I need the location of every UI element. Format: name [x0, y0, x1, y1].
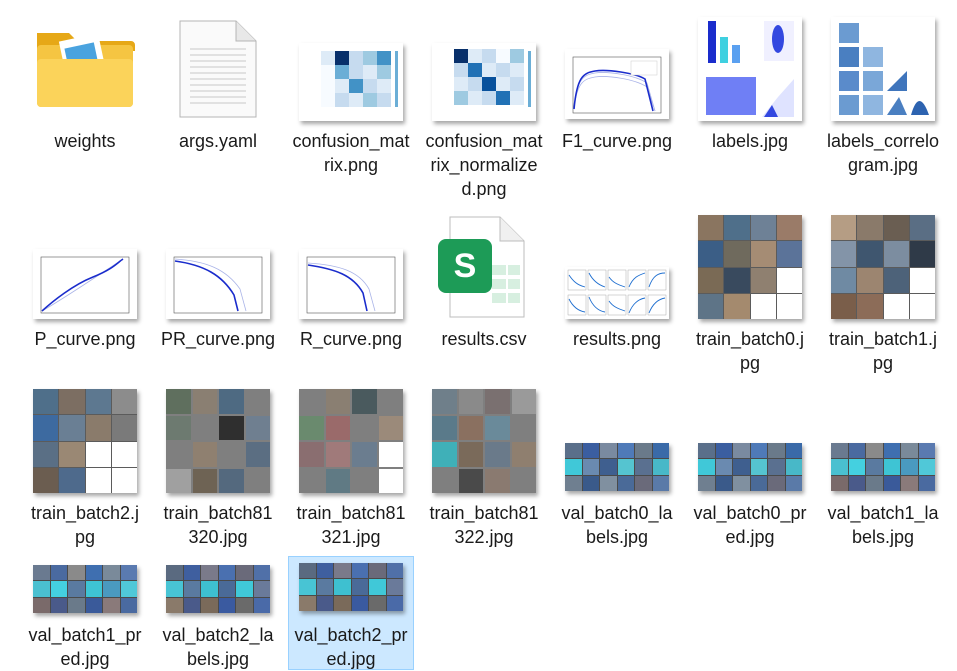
heatmap-thumbnail	[299, 43, 403, 121]
file-val-batch0-labels[interactable]: val_batch0_labels.jpg	[555, 380, 679, 552]
file-label: val_batch1_labels.jpg	[827, 503, 939, 547]
spreadsheet-icon: S	[436, 215, 532, 321]
file-label: confusion_matrix.png	[292, 131, 410, 175]
curve-thumbnail	[33, 249, 137, 319]
file-f1-curve[interactable]: F1_curve.png	[555, 8, 679, 188]
file-args-yaml[interactable]: args.yaml	[156, 8, 280, 188]
file-labels-correlogram[interactable]: labels_correlogram.jpg	[821, 8, 945, 188]
file-train-batch1[interactable]: train_batch1.jpg	[821, 206, 945, 376]
file-val-batch1-labels[interactable]: val_batch1_labels.jpg	[821, 380, 945, 552]
file-label: args.yaml	[178, 131, 258, 151]
file-val-batch2-pred[interactable]: val_batch2_pred.jpg	[288, 556, 414, 670]
curve-thumbnail	[565, 49, 669, 119]
strip-thumbnail	[166, 565, 270, 613]
strip-thumbnail	[33, 565, 137, 613]
labels-thumbnail	[698, 17, 802, 121]
file-label: train_batch81321.jpg	[296, 503, 406, 547]
file-p-curve[interactable]: P_curve.png	[23, 206, 147, 376]
file-results-png[interactable]: results.png	[555, 206, 679, 376]
file-train-batch81320[interactable]: train_batch81320.jpg	[156, 380, 280, 552]
strip-thumbnail	[299, 563, 403, 611]
strip-thumbnail	[831, 443, 935, 491]
file-label: confusion_matrix_normalized.png	[425, 131, 543, 199]
svg-text:S: S	[454, 247, 477, 285]
heatmap-thumbnail	[432, 43, 536, 121]
file-label: train_batch2.jpg	[30, 503, 140, 547]
curve-thumbnail	[166, 249, 270, 319]
file-label: F1_curve.png	[561, 131, 673, 151]
file-pr-curve[interactable]: PR_curve.png	[156, 206, 280, 376]
curve-thumbnail	[299, 249, 403, 319]
file-confusion-matrix-normalized[interactable]: confusion_matrix_normalized.png	[422, 8, 546, 199]
file-label: PR_curve.png	[160, 329, 276, 349]
folder-icon	[33, 23, 137, 109]
file-val-batch1-pred[interactable]: val_batch1_pred.jpg	[23, 556, 147, 669]
file-label: results.png	[572, 329, 662, 349]
file-label: weights	[54, 131, 116, 151]
mosaic-thumbnail	[166, 389, 270, 493]
file-train-batch0[interactable]: train_batch0.jpg	[688, 206, 812, 376]
file-labels[interactable]: labels.jpg	[688, 8, 812, 188]
strip-thumbnail	[565, 443, 669, 491]
file-train-batch81322[interactable]: train_batch81322.jpg	[422, 380, 546, 552]
file-label: results.csv	[441, 329, 527, 349]
file-label: val_batch2_labels.jpg	[162, 625, 274, 669]
mosaic-thumbnail	[33, 389, 137, 493]
strip-thumbnail	[698, 443, 802, 491]
correlogram-thumbnail	[831, 17, 935, 121]
file-label: train_batch1.jpg	[828, 329, 938, 373]
file-label: train_batch0.jpg	[695, 329, 805, 373]
file-results-csv[interactable]: S results.csv	[422, 206, 546, 376]
results-thumbnail	[565, 267, 669, 319]
file-label: val_batch0_pred.jpg	[693, 503, 807, 547]
file-confusion-matrix[interactable]: confusion_matrix.png	[289, 8, 413, 188]
file-train-batch2[interactable]: train_batch2.jpg	[23, 380, 147, 552]
mosaic-thumbnail	[831, 215, 935, 319]
file-label: val_batch0_labels.jpg	[561, 503, 673, 547]
document-icon	[178, 19, 258, 119]
file-label: labels.jpg	[711, 131, 789, 151]
mosaic-thumbnail	[698, 215, 802, 319]
file-label: P_curve.png	[34, 329, 136, 349]
file-label: R_curve.png	[299, 329, 403, 349]
file-label: val_batch1_pred.jpg	[28, 625, 142, 669]
file-val-batch2-labels[interactable]: val_batch2_labels.jpg	[156, 556, 280, 669]
file-weights[interactable]: weights	[23, 8, 147, 188]
file-val-batch0-pred[interactable]: val_batch0_pred.jpg	[688, 380, 812, 552]
file-label: val_batch2_pred.jpg	[294, 625, 408, 669]
file-train-batch81321[interactable]: train_batch81321.jpg	[289, 380, 413, 552]
mosaic-thumbnail	[299, 389, 403, 493]
mosaic-thumbnail	[432, 389, 536, 493]
file-label: labels_correlogram.jpg	[826, 131, 940, 175]
file-r-curve[interactable]: R_curve.png	[289, 206, 413, 376]
file-label: train_batch81320.jpg	[163, 503, 273, 547]
file-label: train_batch81322.jpg	[429, 503, 539, 547]
